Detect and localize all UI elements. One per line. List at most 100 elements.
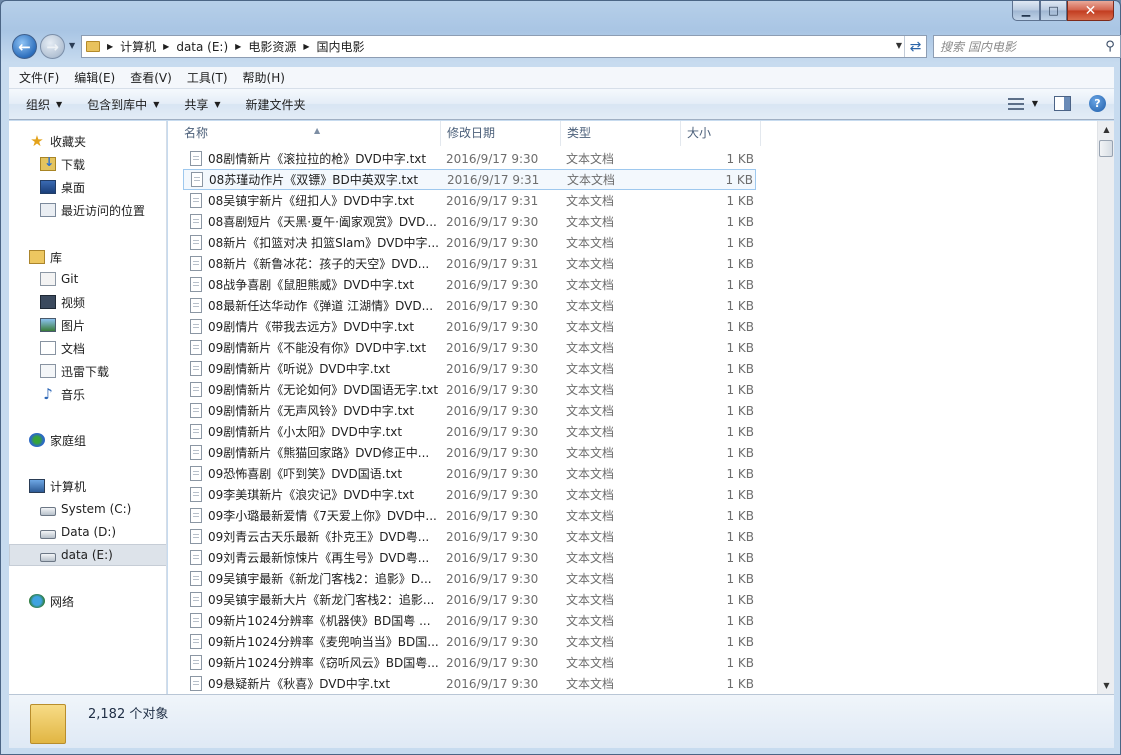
include-in-library-button[interactable]: 包含到库中 ▼ (79, 96, 167, 113)
breadcrumb-computer[interactable]: 计算机 (120, 38, 156, 55)
file-type: 文本文档 (566, 446, 615, 460)
nav-pictures[interactable]: 图片 (9, 314, 166, 336)
file-row[interactable]: 08战争喜剧《鼠胆熊威》DVD中字.txt 2016/9/17 9:30 文本文档 1… (183, 274, 756, 295)
file-row[interactable]: 09新片1024分辨率《机器侠》BD国粤 ... 2016/9/17 9:30 文本… (183, 610, 756, 631)
file-row[interactable]: 09吴镇宇最新《新龙门客栈2：追影》D... 2016/9/17 9:30 文本文档… (183, 568, 756, 589)
file-date: 2016/9/17 9:30 (446, 382, 539, 397)
new-folder-button[interactable]: 新建文件夹 (238, 96, 314, 113)
vertical-scrollbar[interactable]: ▲ ▼ (1097, 121, 1114, 694)
share-button[interactable]: 共享 ▼ (176, 96, 228, 113)
downloads-folder-icon (40, 155, 56, 171)
file-row[interactable]: 09恐怖喜剧《吓到笑》DVD国语.txt 2016/9/17 9:30 文本文档 1 … (183, 463, 756, 484)
forward-button[interactable]: → (40, 34, 65, 59)
maximize-button[interactable]: □ (1040, 1, 1067, 21)
file-row[interactable]: 08吴镇宇新片《纽扣人》DVD中字.txt 2016/9/17 9:31 文本文档 1… (183, 190, 756, 211)
preview-pane-icon[interactable] (1054, 96, 1071, 111)
file-row[interactable]: 09剧情新片《不能没有你》DVD中字.txt 2016/9/17 9:30 文本文档… (183, 337, 756, 358)
help-icon[interactable]: ? (1089, 95, 1106, 112)
nav-videos[interactable]: 视频 (9, 291, 166, 313)
file-row[interactable]: 09悬疑新片《秋喜》DVD中字.txt 2016/9/17 9:30 文本文档 1 K… (183, 673, 756, 694)
file-row[interactable]: 08新片《扣篮对决 扣篮Slam》DVD中字... 2016/9/17 9:30 文… (183, 232, 756, 253)
column-date[interactable]: 修改日期 (441, 121, 561, 146)
back-button[interactable]: ← (12, 34, 37, 59)
recent-pages-dropdown[interactable]: ▼ (69, 41, 75, 50)
file-type: 文本文档 (566, 299, 615, 313)
column-type[interactable]: 类型 (561, 121, 681, 146)
column-size[interactable]: 大小 (681, 121, 761, 146)
nav-homegroup[interactable]: 家庭组 (9, 429, 166, 451)
nav-git[interactable]: Git (9, 268, 166, 290)
nav-recent-places[interactable]: 最近访问的位置 (9, 199, 166, 221)
file-row[interactable]: 08喜剧短片《天黑·夏午·阖家观赏》DVD... 2016/9/17 9:30 文本… (183, 211, 756, 232)
nav-thunder-downloads[interactable]: 迅雷下载 (9, 360, 166, 382)
nav-libraries[interactable]: 库 (9, 246, 166, 268)
minimize-button[interactable]: ▁ (1012, 1, 1040, 21)
file-row[interactable]: 09吴镇宇最新大片《新龙门客栈2：追影... 2016/9/17 9:30 文本文档… (183, 589, 756, 610)
file-row[interactable]: 09剧情片《带我去远方》DVD中字.txt 2016/9/17 9:30 文本文档 1… (183, 316, 756, 337)
breadcrumb-separator-icon[interactable]: ▶ (303, 42, 309, 51)
nav-documents-label: 文档 (61, 341, 86, 356)
file-name: 08苏瑾动作片《双镖》BD中英双字.txt (209, 173, 419, 187)
text-file-icon (190, 214, 202, 229)
nav-network[interactable]: 网络 (9, 590, 166, 612)
text-file-icon (190, 571, 202, 586)
computer-icon (29, 479, 45, 493)
nav-documents[interactable]: 文档 (9, 337, 166, 359)
search-icon[interactable]: ⚲ (1100, 39, 1120, 54)
menu-tools[interactable]: 工具(T) (182, 69, 233, 86)
breadcrumb-separator-icon[interactable]: ▶ (163, 42, 169, 51)
menu-file[interactable]: 文件(F) (14, 69, 64, 86)
organize-button[interactable]: 组织 ▼ (18, 96, 70, 113)
breadcrumb-separator-icon[interactable]: ▶ (235, 42, 241, 51)
nav-computer[interactable]: 计算机 (9, 475, 166, 497)
nav-libraries-label: 库 (50, 250, 63, 265)
file-name: 09悬疑新片《秋喜》DVD中字.txt (208, 677, 391, 691)
file-row[interactable]: 08苏瑾动作片《双镖》BD中英双字.txt 2016/9/17 9:31 文本文档 1… (183, 169, 756, 190)
breadcrumb-domestic-movies[interactable]: 国内电影 (317, 38, 365, 55)
breadcrumb-movie-resources[interactable]: 电影资源 (248, 38, 296, 55)
file-row[interactable]: 09剧情新片《小太阳》DVD中字.txt 2016/9/17 9:30 文本文档 1 … (183, 421, 756, 442)
text-file-icon (190, 508, 202, 523)
file-row[interactable]: 09刘青云古天乐最新《扑克王》DVD粤... 2016/9/17 9:30 文本文档… (183, 526, 756, 547)
change-view-icon[interactable] (1006, 96, 1026, 112)
menu-edit[interactable]: 编辑(E) (69, 69, 120, 86)
file-row[interactable]: 09新片1024分辨率《麦兜响当当》BD国... 2016/9/17 9:30 文本… (183, 631, 756, 652)
file-date: 2016/9/17 9:30 (446, 445, 539, 460)
nav-favorites[interactable]: ★ 收藏夹 (9, 130, 166, 152)
nav-downloads[interactable]: 下载 (9, 153, 166, 175)
file-row[interactable]: 09新片1024分辨率《窃听风云》BD国粤... 2016/9/17 9:30 文本… (183, 652, 756, 673)
menu-help[interactable]: 帮助(H) (238, 69, 290, 86)
scroll-down-icon[interactable]: ▼ (1098, 677, 1115, 694)
address-dropdown-icon[interactable]: ▼ (896, 41, 902, 50)
view-dropdown-icon[interactable]: ▼ (1032, 99, 1038, 108)
nav-music[interactable]: ♪ 音乐 (9, 383, 166, 405)
search-box[interactable]: 搜索 国内电影 ⚲ (933, 35, 1121, 58)
file-row[interactable]: 08新片《新鲁冰花：孩子的天空》DVD... 2016/9/17 9:31 文本文档… (183, 253, 756, 274)
close-button[interactable]: ✕ (1067, 1, 1114, 21)
file-row[interactable]: 09剧情新片《熊猫回家路》DVD修正中... 2016/9/17 9:30 文本文档… (183, 442, 756, 463)
file-row[interactable]: 09刘青云最新惊悚片《再生号》DVD粤... 2016/9/17 9:30 文本文档… (183, 547, 756, 568)
menu-view[interactable]: 查看(V) (125, 69, 177, 86)
breadcrumb-separator-icon[interactable]: ▶ (107, 42, 113, 51)
nav-drive-e[interactable]: data (E:) (9, 544, 166, 566)
text-file-icon (190, 319, 202, 334)
breadcrumb-drive-e[interactable]: data (E:) (176, 40, 228, 54)
scrollbar-thumb[interactable] (1099, 140, 1113, 157)
text-file-icon (190, 403, 202, 418)
nav-desktop[interactable]: 桌面 (9, 176, 166, 198)
column-name[interactable]: ▲ 名称 (178, 121, 441, 146)
nav-drive-d[interactable]: Data (D:) (9, 521, 166, 543)
nav-drive-c[interactable]: System (C:) (9, 498, 166, 520)
file-row[interactable]: 08剧情新片《滚拉拉的枪》DVD中字.txt 2016/9/17 9:30 文本文档… (183, 148, 756, 169)
file-row[interactable]: 09剧情新片《听说》DVD中字.txt 2016/9/17 9:30 文本文档 1 K… (183, 358, 756, 379)
file-row[interactable]: 09李小璐最新爱情《7天爱上你》DVD中... 2016/9/17 9:30 文本文… (183, 505, 756, 526)
address-bar[interactable]: ▶ 计算机 ▶ data (E:) ▶ 电影资源 ▶ 国内电影 ▼ ⇄ (81, 35, 927, 58)
scroll-up-icon[interactable]: ▲ (1098, 121, 1115, 138)
refresh-button[interactable]: ⇄ (904, 36, 926, 57)
file-row[interactable]: 09剧情新片《无声风铃》DVD中字.txt 2016/9/17 9:30 文本文档 1… (183, 400, 756, 421)
file-row[interactable]: 08最新任达华动作《弹道 江湖情》DVD... 2016/9/17 9:30 文本文… (183, 295, 756, 316)
file-row[interactable]: 09剧情新片《无论如何》DVD国语无字.txt 2016/9/17 9:30 文本文… (183, 379, 756, 400)
arrow-right-icon: → (46, 37, 59, 56)
search-input[interactable]: 搜索 国内电影 (934, 38, 1100, 55)
file-row[interactable]: 09李美琪新片《浪灾记》DVD中字.txt 2016/9/17 9:30 文本文档 1… (183, 484, 756, 505)
